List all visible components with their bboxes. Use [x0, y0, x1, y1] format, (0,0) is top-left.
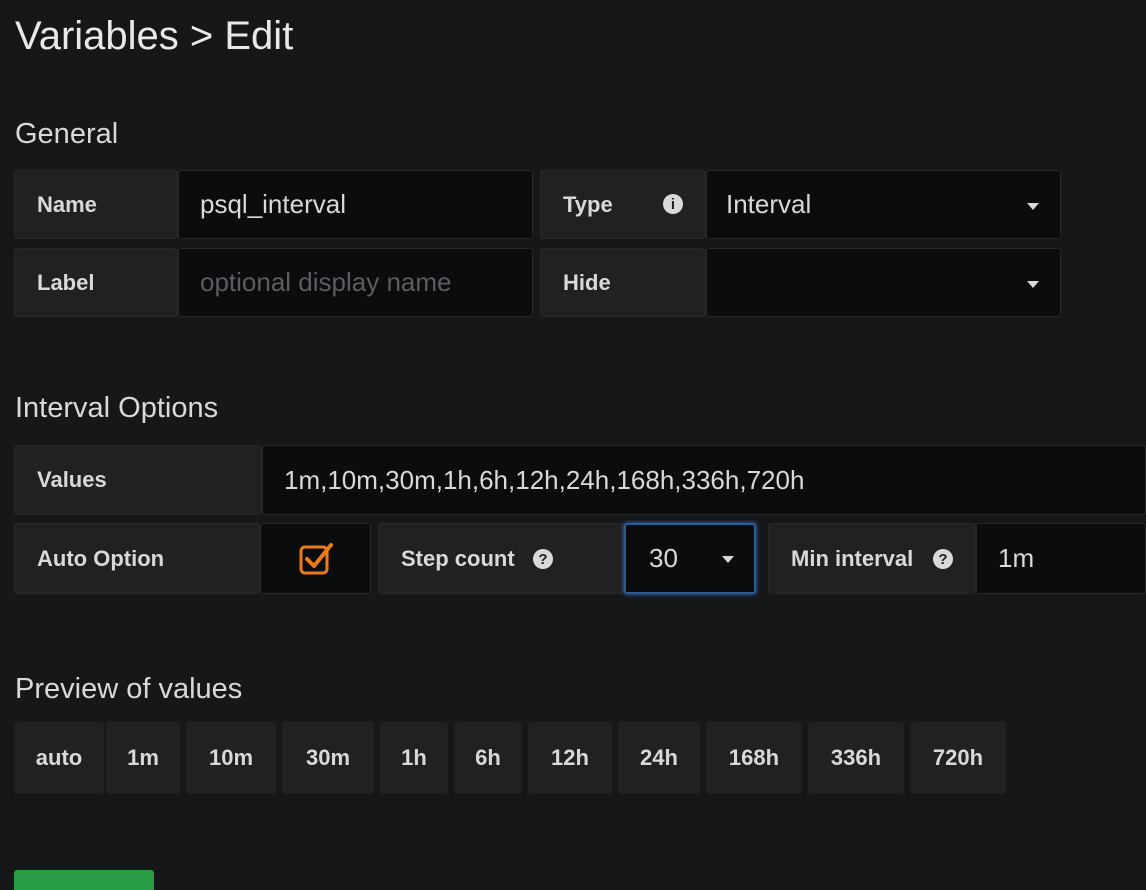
type-select-value: Interval [726, 189, 812, 219]
values-label: Values [14, 445, 262, 515]
label-label: Label [14, 248, 178, 317]
label-label-text: Label [37, 269, 95, 295]
preview-value: 10m [186, 722, 276, 794]
type-label-text: Type [563, 191, 613, 217]
checkbox-checked-icon [299, 542, 333, 574]
min-interval-input[interactable]: 1m [976, 523, 1146, 594]
caret-down-icon [1027, 281, 1039, 288]
info-icon[interactable]: i [663, 194, 683, 214]
preview-value: auto [14, 722, 104, 794]
values-input[interactable]: 1m,10m,30m,1h,6h,12h,24h,168h,336h,720h [262, 445, 1146, 515]
caret-down-icon [722, 556, 734, 563]
step-count-select[interactable]: 30 [624, 523, 756, 594]
caret-down-icon [1027, 203, 1039, 210]
label-input[interactable]: optional display name [178, 248, 533, 317]
hide-select[interactable] [706, 248, 1061, 317]
label-input-placeholder: optional display name [200, 267, 452, 297]
step-count-label: Step count ? [378, 523, 624, 594]
preview-value: 168h [706, 722, 802, 794]
preview-heading: Preview of values [15, 673, 243, 705]
type-select[interactable]: Interval [706, 170, 1061, 239]
preview-value: 1m [106, 722, 180, 794]
general-heading: General [15, 118, 119, 150]
step-count-value: 30 [649, 543, 678, 573]
name-input-value: psql_interval [200, 189, 346, 219]
preview-value: 24h [618, 722, 700, 794]
question-circle-icon[interactable]: ? [533, 549, 553, 569]
step-count-label-text: Step count [401, 545, 515, 571]
auto-option-checkbox[interactable] [260, 523, 371, 594]
preview-value: 6h [454, 722, 522, 794]
type-label: Type i [540, 170, 706, 239]
preview-value: 1h [380, 722, 448, 794]
page-title: Variables > Edit [15, 14, 294, 58]
min-interval-label: Min interval ? [768, 523, 976, 594]
preview-value: 336h [808, 722, 904, 794]
name-input[interactable]: psql_interval [178, 170, 533, 239]
min-interval-value: 1m [998, 543, 1035, 573]
primary-action-button[interactable] [14, 870, 154, 890]
name-label: Name [14, 170, 178, 239]
name-label-text: Name [37, 191, 97, 217]
preview-value: 720h [910, 722, 1006, 794]
min-interval-label-text: Min interval [791, 545, 914, 571]
values-input-value: 1m,10m,30m,1h,6h,12h,24h,168h,336h,720h [284, 464, 805, 495]
hide-label-text: Hide [563, 269, 611, 295]
preview-value: 12h [528, 722, 612, 794]
question-circle-icon[interactable]: ? [933, 549, 953, 569]
preview-value: 30m [282, 722, 374, 794]
interval-options-heading: Interval Options [15, 392, 219, 424]
values-label-text: Values [37, 467, 107, 492]
hide-label: Hide [540, 248, 706, 317]
auto-option-label-text: Auto Option [37, 545, 165, 571]
auto-option-label: Auto Option [14, 523, 260, 594]
